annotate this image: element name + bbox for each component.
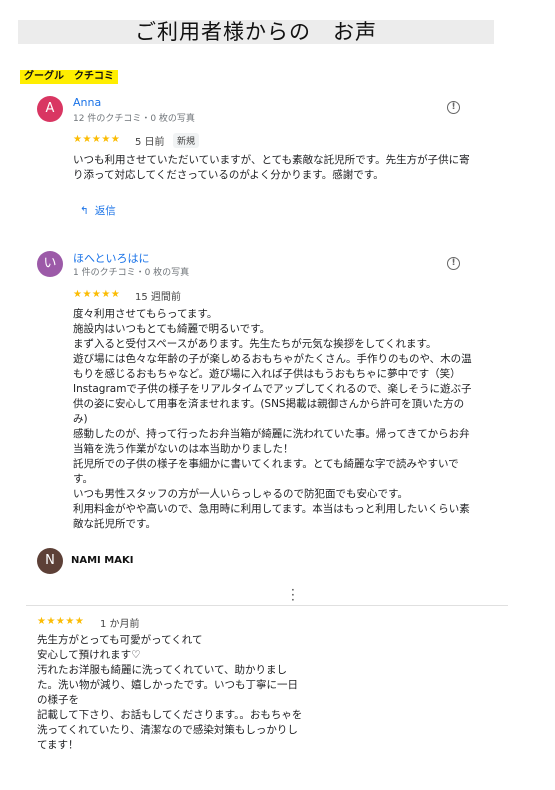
reviewer-meta: 1 件のクチコミ・0 枚の写真 [73, 268, 190, 278]
review-date: 1 か月前 [100, 619, 140, 630]
reviewer-meta: 12 件のクチコミ・0 枚の写真 [73, 114, 195, 124]
avatar[interactable]: N [37, 548, 63, 574]
reviewer-name[interactable]: Anna [73, 96, 101, 109]
reply-label: 返信 [94, 205, 116, 217]
reply-icon: ↰ [80, 205, 89, 217]
reply-button[interactable]: ↰ 返信 [80, 203, 116, 218]
section-label: グーグル クチコミ [20, 70, 118, 84]
new-badge: 新規 [173, 133, 200, 148]
review-text: いつも利用させていただいていますが、とても素敵な託児所です。先生方が子供に寄 り… [73, 154, 470, 181]
divider [26, 605, 508, 606]
star-rating: ★★★★★ [37, 616, 85, 627]
star-rating: ★★★★★ [73, 134, 121, 145]
page-title: ご利用者様からの お声 [18, 20, 494, 44]
info-icon[interactable]: ! [447, 101, 460, 114]
reviewer-name[interactable]: NAMI MAKI [71, 555, 133, 566]
review-text: 度々利用させてもらってます。 施設内はいつもとても綺麗で明るいです。 まず入ると… [73, 308, 472, 530]
review-date: 15 週間前 [135, 292, 181, 303]
more-options-icon[interactable]: · · · [291, 584, 295, 606]
avatar[interactable]: い [37, 251, 63, 277]
info-icon[interactable]: ! [447, 257, 460, 270]
review-date: 5 日前 [135, 137, 165, 148]
review-text: 先生方がとっても可愛がってくれて 安心して預けれます♡ 汚れたお洋服も綺麗に洗っ… [37, 634, 303, 751]
avatar[interactable]: A [37, 96, 63, 122]
star-rating: ★★★★★ [73, 289, 121, 300]
reviewer-name[interactable]: ほへといろはに [73, 250, 149, 266]
